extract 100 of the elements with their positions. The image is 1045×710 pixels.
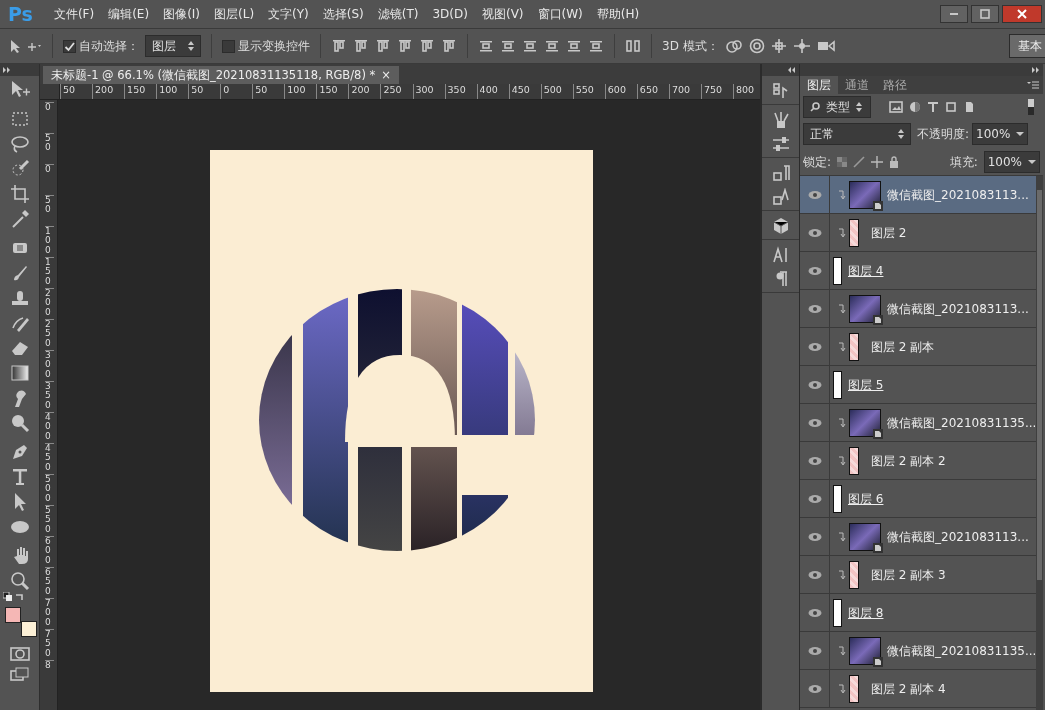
expand-icon[interactable]	[1032, 67, 1040, 73]
slide-icon[interactable]	[792, 38, 811, 54]
brush-icon[interactable]	[853, 155, 866, 168]
padlock-icon[interactable]	[889, 155, 900, 168]
menu-item[interactable]: 文字(Y)	[261, 0, 316, 28]
swap-colors-icon[interactable]	[15, 592, 24, 601]
layer-name[interactable]: 图层 8	[848, 603, 884, 622]
menu-item[interactable]: 选择(S)	[315, 0, 371, 28]
layer-row[interactable]: 图层 2 副本	[800, 328, 1037, 366]
orbit-icon[interactable]	[724, 38, 743, 54]
layer-row[interactable]: 微信截图_20210831135...	[800, 404, 1037, 442]
layer-name[interactable]: 图层 2 副本	[871, 337, 935, 356]
eye-icon[interactable]	[807, 379, 822, 390]
align-icon[interactable]	[375, 38, 391, 54]
align-icon[interactable]	[331, 38, 347, 54]
video-camera-icon[interactable]	[816, 38, 835, 54]
expand-icon[interactable]	[3, 67, 11, 73]
align-icon[interactable]	[397, 38, 413, 54]
smart-object-filter-icon[interactable]	[963, 101, 975, 113]
layer-name[interactable]: 微信截图_2021083113...	[887, 527, 1029, 546]
type-filter-icon[interactable]	[927, 101, 939, 113]
panel-tab[interactable]: 路径	[876, 76, 914, 94]
panel-menu-icon[interactable]	[1027, 81, 1039, 89]
distribute-icon[interactable]	[625, 38, 641, 54]
foreground-color-swatch[interactable]	[5, 607, 21, 623]
document-tab[interactable]: 未标题-1 @ 66.1% (微信截图_20210831135118, RGB/8) * ×	[43, 66, 399, 84]
eye-icon[interactable]	[807, 341, 822, 352]
menu-item[interactable]: 滤镜(T)	[370, 0, 426, 28]
eye-icon[interactable]	[807, 493, 822, 504]
menu-item[interactable]: 文件(F)	[46, 0, 102, 28]
layer-row[interactable]: 图层 2 副本 2	[800, 442, 1037, 480]
layer-row[interactable]: 微信截图_2021083113...	[800, 290, 1037, 328]
layer-row[interactable]: 图层 8	[800, 594, 1037, 632]
menu-item[interactable]: 编辑(E)	[101, 0, 157, 28]
eye-icon[interactable]	[807, 531, 822, 542]
layer-row[interactable]: 图层 5	[800, 366, 1037, 404]
menu-item[interactable]: 视图(V)	[474, 0, 531, 28]
align-icon[interactable]	[353, 38, 369, 54]
menu-item[interactable]: 图层(L)	[207, 0, 262, 28]
image-filter-icon[interactable]	[889, 101, 903, 113]
layer-row[interactable]: 微信截图_2021083113...	[800, 176, 1037, 214]
layer-name[interactable]: 微信截图_20210831135...	[887, 641, 1037, 660]
align-icon[interactable]	[419, 38, 435, 54]
layer-name[interactable]: 微信截图_2021083113...	[887, 185, 1029, 204]
zoom-icon[interactable]	[8, 570, 31, 592]
eye-icon[interactable]	[807, 227, 822, 238]
default-colors-icon[interactable]	[3, 592, 12, 601]
crop-tool-icon[interactable]	[8, 183, 31, 205]
tab-close-button[interactable]: ×	[381, 66, 391, 84]
paragraph-styles-icon[interactable]	[771, 164, 790, 182]
opacity-field[interactable]: 100%	[972, 123, 1029, 145]
layer-dropdown[interactable]: 图层	[145, 35, 201, 57]
menu-item[interactable]: 帮助(H)	[589, 0, 647, 28]
maximize-button[interactable]	[971, 5, 999, 23]
checkbox[interactable]	[63, 39, 76, 53]
gradient-tool-icon[interactable]	[8, 362, 31, 384]
eye-icon[interactable]	[807, 265, 822, 276]
character-styles-icon[interactable]	[771, 188, 790, 206]
checkbox[interactable]	[222, 39, 235, 53]
fill-field[interactable]: 100%	[983, 150, 1040, 173]
eye-icon[interactable]	[807, 683, 822, 694]
layer-row[interactable]: 微信截图_2021083113...	[800, 518, 1037, 556]
distribute-icon[interactable]	[500, 38, 516, 54]
layer-row[interactable]: 图层 2 副本 4	[800, 670, 1037, 708]
menu-item[interactable]: 3D(D)	[425, 0, 475, 28]
scrollbar-thumb[interactable]	[1037, 190, 1042, 580]
eye-icon[interactable]	[807, 645, 822, 656]
layer-name[interactable]: 图层 4	[848, 261, 884, 280]
eye-icon[interactable]	[807, 569, 822, 580]
layer-name[interactable]: 图层 5	[848, 375, 884, 394]
collapse-icon[interactable]	[788, 67, 796, 73]
layer-name[interactable]: 图层 2 副本 3	[871, 565, 946, 584]
filter-toggle-icon[interactable]	[1028, 99, 1034, 115]
cube-icon[interactable]	[771, 217, 790, 235]
eye-icon[interactable]	[807, 607, 822, 618]
layer-name[interactable]: 图层 2 副本 2	[871, 451, 946, 470]
half-circle-icon[interactable]	[909, 101, 921, 113]
layer-row[interactable]: 微信截图_20210831135...	[800, 632, 1037, 670]
eye-icon[interactable]	[807, 189, 822, 200]
eye-icon[interactable]	[807, 303, 822, 314]
menu-item[interactable]: 窗口(W)	[530, 0, 590, 28]
align-icon[interactable]	[441, 38, 457, 54]
pan-icon[interactable]	[770, 38, 787, 54]
layer-row[interactable]: 图层 4	[800, 252, 1037, 290]
move-tool-icon[interactable]	[8, 38, 42, 54]
blend-mode-dropdown[interactable]: 正常	[803, 123, 911, 145]
minimize-button[interactable]	[940, 5, 968, 23]
layer-name[interactable]: 图层 6	[848, 489, 884, 508]
layer-name[interactable]: 微信截图_2021083113...	[887, 299, 1029, 318]
distribute-icon[interactable]	[566, 38, 582, 54]
layer-name[interactable]: 微信截图_20210831135...	[887, 413, 1037, 432]
move-arrows-icon[interactable]	[871, 155, 884, 168]
shape-filter-icon[interactable]	[945, 101, 957, 113]
quick-mask-icon[interactable]	[9, 647, 30, 661]
character-icon[interactable]	[771, 246, 790, 264]
layer-row[interactable]: 图层 2	[800, 214, 1037, 252]
distribute-icon[interactable]	[522, 38, 538, 54]
layer-name[interactable]: 图层 2	[871, 223, 907, 242]
layer-row[interactable]: 图层 6	[800, 480, 1037, 518]
panel-tab[interactable]: 图层	[800, 76, 838, 94]
